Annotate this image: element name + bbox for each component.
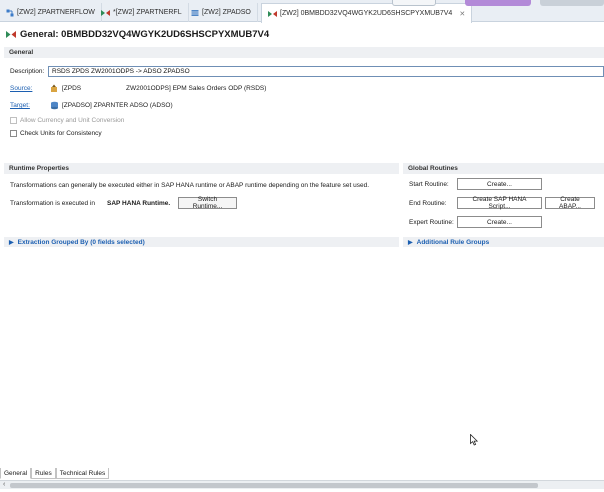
source-description: ZW2001ODPS] EPM Sales Orders ODP (RSDS) bbox=[126, 85, 267, 92]
additional-rule-groups-toggle[interactable]: ▶ Additional Rule Groups bbox=[403, 237, 604, 247]
target-link[interactable]: Target: bbox=[10, 102, 30, 109]
tab-zpartnerfl[interactable]: *[ZW2] ZPARTNERFL bbox=[95, 3, 189, 22]
start-routine-label: Start Routine: bbox=[409, 181, 449, 188]
create-hana-script-button[interactable]: Create SAP HANA Script... bbox=[457, 196, 542, 210]
scrollbar-thumb[interactable] bbox=[10, 483, 538, 488]
close-icon[interactable]: ✕ bbox=[459, 10, 465, 18]
description-input[interactable] bbox=[48, 66, 604, 77]
section-header-runtime: Runtime Properties bbox=[4, 163, 399, 174]
additional-rule-groups-label: Additional Rule Groups bbox=[416, 238, 490, 246]
target-value: [ZPADSO] ZPARNTER ADSO (ADSO) bbox=[62, 102, 173, 109]
allow-currency-checkbox[interactable] bbox=[10, 117, 17, 124]
tab-zpadso[interactable]: [ZW2] ZPADSO bbox=[185, 3, 258, 22]
runtime-executed-value: SAP HANA Runtime. bbox=[107, 200, 171, 207]
tab-label: [ZW2] ZPARTNERFLOW bbox=[17, 9, 95, 16]
source-link[interactable]: Source: bbox=[10, 85, 32, 92]
editor-title-bar: General: 0BMBDD32VQ4WGYK2UD6SHSCPYXMUB7V… bbox=[0, 24, 604, 44]
toolbar-search-fragment bbox=[392, 0, 436, 6]
bottom-tab-technical-rules[interactable]: Technical Rules bbox=[55, 468, 110, 479]
chevron-right-icon: ▶ bbox=[408, 239, 413, 246]
horizontal-scrollbar[interactable]: ‹ bbox=[0, 480, 604, 489]
transformation-icon bbox=[268, 10, 277, 17]
tab-zpartnerflow[interactable]: [ZW2] ZPARTNERFLOW bbox=[0, 3, 102, 22]
tab-label: [ZW2] 0BMBDD32VQ4WGYK2UD6SHSCPYXMUB7V4 bbox=[280, 10, 453, 17]
chevron-right-icon: ▶ bbox=[9, 239, 14, 246]
dataflow-icon bbox=[6, 9, 14, 16]
end-routine-label: End Routine: bbox=[409, 200, 447, 207]
check-units-label: Check Units for Consistency bbox=[20, 130, 102, 137]
tab-label: *[ZW2] ZPARTNERFL bbox=[113, 9, 182, 16]
transformation-icon bbox=[6, 30, 16, 38]
page-title: General: 0BMBDD32VQ4WGYK2UD6SHSCPYXMUB7V… bbox=[20, 28, 270, 40]
tab-transformation-active[interactable]: [ZW2] 0BMBDD32VQ4WGYK2UD6SHSCPYXMUB7V4 ✕ bbox=[261, 3, 473, 23]
datasource-icon bbox=[51, 84, 57, 92]
section-header-global-routines: Global Routines bbox=[403, 163, 604, 174]
extraction-grouped-by-toggle[interactable]: ▶ Extraction Grouped By (0 fields select… bbox=[4, 237, 399, 247]
extraction-grouped-label: Extraction Grouped By (0 fields selected… bbox=[17, 238, 145, 246]
bottom-tab-rules[interactable]: Rules bbox=[31, 468, 56, 479]
description-label: Description: bbox=[10, 68, 45, 75]
editor-tab-bar: [ZW2] ZPARTNERFLOW *[ZW2] ZPARTNERFL [ZW… bbox=[0, 0, 604, 23]
runtime-info-text: Transformations can generally be execute… bbox=[10, 182, 370, 189]
tab-label: [ZW2] ZPADSO bbox=[202, 9, 251, 16]
source-name: [ZPDS bbox=[62, 85, 82, 92]
check-units-checkbox[interactable] bbox=[10, 130, 17, 137]
bottom-tab-general[interactable]: General bbox=[0, 468, 32, 479]
create-start-routine-button[interactable]: Create... bbox=[457, 178, 542, 190]
transformation-icon bbox=[101, 9, 110, 16]
section-header-general: General bbox=[4, 47, 604, 58]
allow-currency-label: Allow Currency and Unit Conversion bbox=[20, 117, 125, 124]
create-abap-button[interactable]: Create ABAP... bbox=[545, 196, 595, 210]
switch-runtime-button[interactable]: Switch Runtime... bbox=[178, 196, 237, 210]
perspective-badge[interactable] bbox=[465, 0, 531, 6]
mouse-pointer-icon bbox=[470, 434, 478, 446]
runtime-executed-label: Transformation is executed in bbox=[10, 200, 96, 207]
scroll-left-icon[interactable]: ‹ bbox=[3, 481, 5, 488]
perspective-badge-2[interactable] bbox=[540, 0, 604, 6]
expert-routine-label: Expert Routine: bbox=[409, 219, 454, 226]
create-expert-routine-button[interactable]: Create... bbox=[457, 216, 542, 228]
adso-icon bbox=[51, 101, 58, 110]
adso-icon bbox=[191, 9, 199, 16]
editor-bottom-tabs: General Rules Technical Rules bbox=[0, 468, 110, 479]
